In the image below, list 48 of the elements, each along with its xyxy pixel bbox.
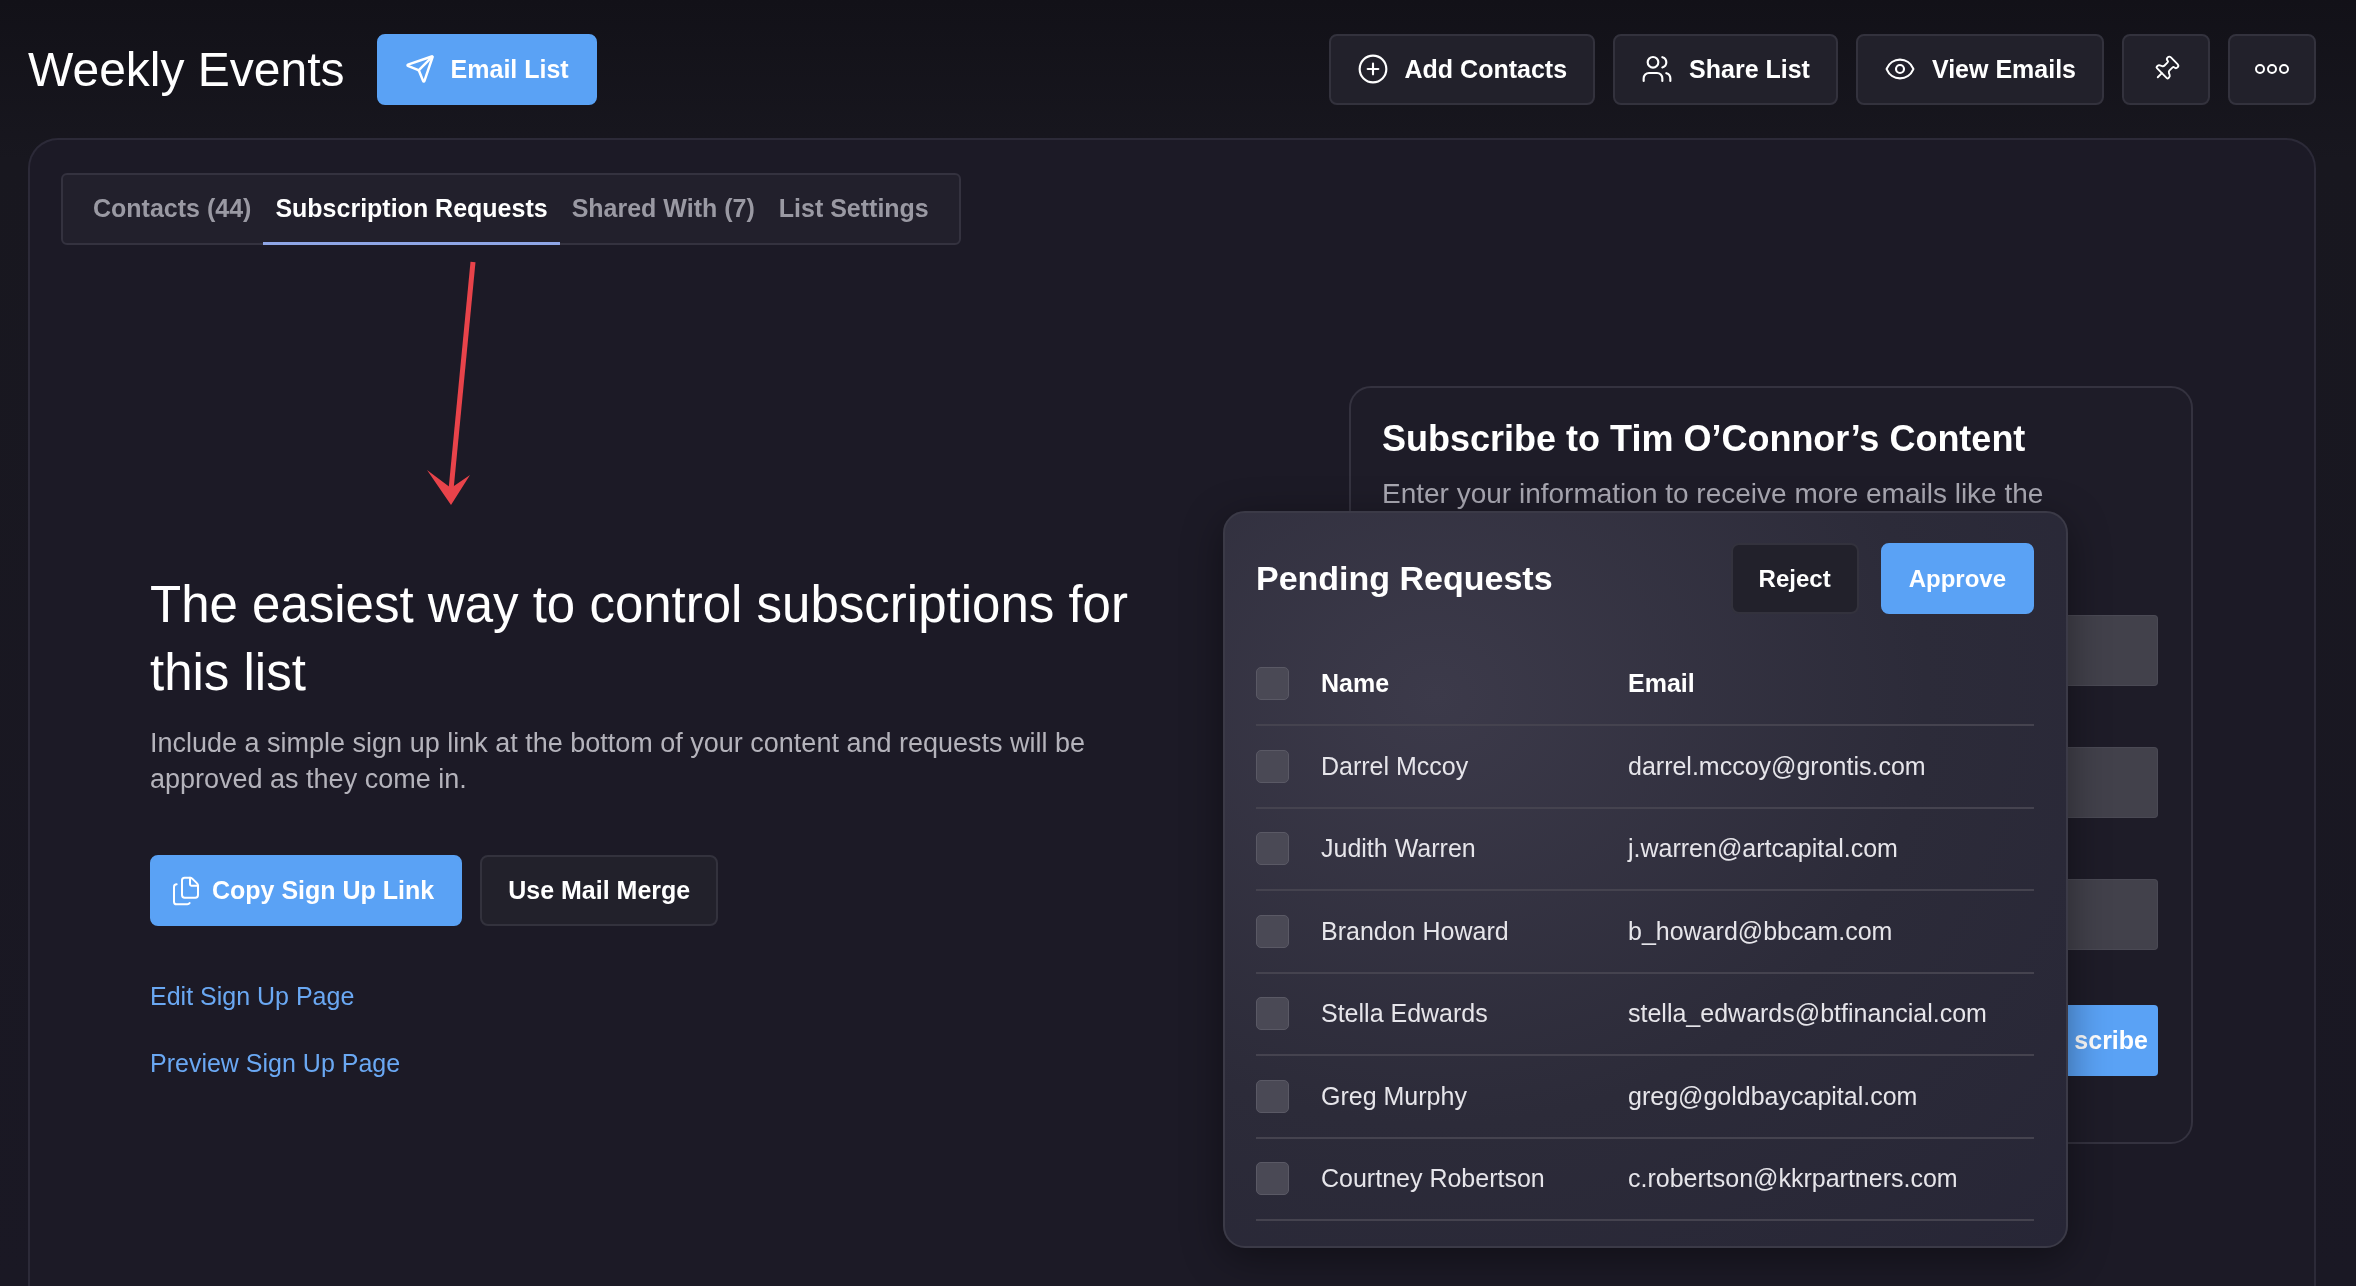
column-header: Email [1628, 668, 1696, 698]
link[interactable]: Preview Sign Up Page [150, 1049, 401, 1078]
name-cell-text: Stella Edwards [1321, 999, 1489, 1029]
input-field[interactable] [2068, 747, 2158, 818]
checkbox[interactable] [1256, 914, 1289, 948]
email-cell-text: greg@goldbaycapital.com [1628, 1081, 1919, 1111]
email-cell-text: b_howard@bbcam.com [1628, 916, 1894, 946]
action-button[interactable]: Share List [1613, 33, 1838, 105]
mail-merge-button[interactable]: Use Mail Merge [480, 855, 719, 926]
name-cell-text: Greg Murphy [1321, 1081, 1468, 1111]
checkbox[interactable] [1256, 1162, 1289, 1196]
tab[interactable]: Subscription Requests [263, 175, 560, 245]
email-cell-text: c.robertson@kkrpartners.com [1628, 1164, 1959, 1194]
more-icon [2254, 63, 2290, 75]
action-button[interactable]: View Emails [1855, 33, 2104, 105]
subscribe-title: Subscribe to Tim O’Connor’s Content [1382, 418, 2027, 460]
tab[interactable]: Shared With (7) [559, 175, 767, 245]
intro-description: Include a simple sign up link at the bottom of your content and requests will be approved as they come in. [150, 727, 1087, 796]
pending-title: Pending Requests [1256, 559, 1553, 598]
plus-circle-icon [1356, 53, 1389, 85]
action-button[interactable]: Add Contacts [1328, 33, 1596, 105]
checkbox[interactable] [1256, 1079, 1289, 1113]
send-icon [404, 54, 435, 84]
input-field[interactable] [2068, 879, 2158, 950]
name-cell-text: Brandon Howard [1321, 916, 1510, 946]
page-title: Weekly Events [28, 41, 345, 97]
tab[interactable]: Contacts (44) [81, 175, 264, 245]
copy-icon [170, 874, 202, 907]
checkbox[interactable] [1256, 749, 1289, 783]
email-cell-text: darrel.mccoy@grontis.com [1628, 751, 1927, 781]
more-button[interactable] [2228, 33, 2316, 105]
subscribe-subtitle: Enter your information to receive more emails like the [1382, 478, 2045, 510]
pin-button[interactable] [2122, 33, 2210, 105]
name-cell-text: Courtney Robertson [1321, 1164, 1546, 1194]
users-icon [1641, 53, 1674, 85]
link[interactable]: Edit Sign Up Page [150, 982, 355, 1011]
intro-heading: The easiest way to control subscriptions for this list [150, 575, 1129, 703]
reject-button[interactable]: Reject [1730, 543, 1859, 614]
checkbox[interactable] [1256, 666, 1289, 700]
name-cell-text: Judith Warren [1321, 834, 1477, 864]
input-field[interactable] [2068, 615, 2158, 686]
email-cell-text: j.warren@artcapital.com [1628, 834, 1899, 864]
checkbox[interactable] [1256, 832, 1289, 866]
tab[interactable]: List Settings [766, 175, 941, 245]
email-cell-text: stella_edwards@btfinancial.com [1628, 999, 1988, 1029]
name-cell-text: Darrel Mccoy [1321, 751, 1470, 781]
column-header: Name [1321, 668, 1391, 698]
checkbox[interactable] [1256, 997, 1289, 1031]
